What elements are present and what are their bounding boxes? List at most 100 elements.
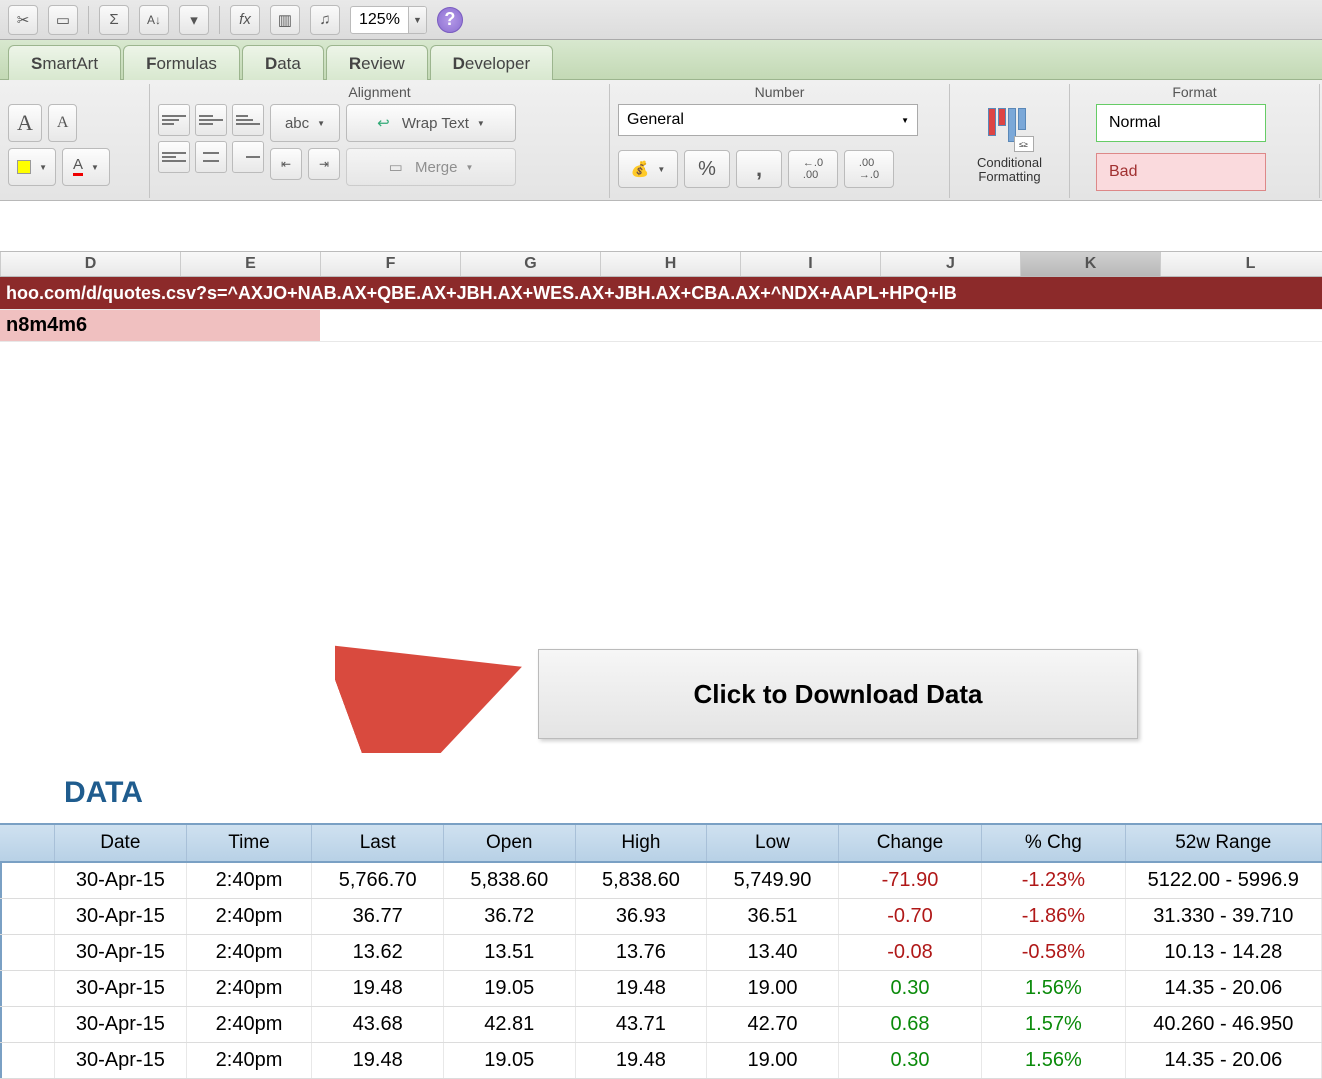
chevron-down-icon: ▼ xyxy=(901,116,909,125)
cell-pct: 1.56% xyxy=(982,1043,1125,1078)
group-label-format: Format xyxy=(1078,84,1311,100)
cell-pct: 1.56% xyxy=(982,971,1125,1006)
align-top-button[interactable] xyxy=(158,104,190,136)
fx-icon[interactable]: fx xyxy=(230,5,260,35)
decrease-indent-button[interactable]: ⇤ xyxy=(270,148,302,180)
cell-style-bad[interactable]: Bad xyxy=(1096,153,1266,191)
table-header-change[interactable]: Change xyxy=(839,825,982,861)
cell-blank xyxy=(0,1007,55,1042)
data-table: Date Time Last Open High Low Change % Ch… xyxy=(0,823,1322,1079)
table-row[interactable]: 30-Apr-152:40pm19.4819.0519.4819.000.301… xyxy=(0,971,1322,1007)
chart-icon[interactable]: ▥ xyxy=(270,5,300,35)
ribbon-tabs: SmartArt Formulas Data Review Developer xyxy=(0,40,1322,80)
orientation-button[interactable]: abc▼ xyxy=(270,104,340,142)
cell-last: 13.62 xyxy=(312,935,444,970)
worksheet-area: DEFGHIJKL hoo.com/d/quotes.csv?s=^AXJO+N… xyxy=(0,251,1322,342)
row-url-2[interactable]: n8m4m6 xyxy=(0,310,1322,342)
tab-formulas[interactable]: Formulas xyxy=(123,45,240,80)
arrow-annotation xyxy=(335,643,535,753)
download-data-button[interactable]: Click to Download Data xyxy=(538,649,1138,739)
cell-blank xyxy=(0,899,55,934)
cell-last: 5,766.70 xyxy=(312,863,444,898)
cell-date: 30-Apr-15 xyxy=(55,1043,187,1078)
table-header-high[interactable]: High xyxy=(576,825,708,861)
cell-low: 19.00 xyxy=(707,1043,839,1078)
align-middle-button[interactable] xyxy=(195,104,227,136)
cell-style-normal[interactable]: Normal xyxy=(1096,104,1266,142)
align-left-button[interactable] xyxy=(158,141,190,173)
number-format-select[interactable]: General ▼ xyxy=(618,104,918,136)
cell-date: 30-Apr-15 xyxy=(55,899,187,934)
font-grow-button[interactable]: A xyxy=(8,104,42,142)
increase-indent-button[interactable]: ⇥ xyxy=(308,148,340,180)
cell-blank xyxy=(0,863,55,898)
column-header-I[interactable]: I xyxy=(741,252,881,276)
cell-range: 14.35 - 20.06 xyxy=(1126,1043,1322,1078)
table-row[interactable]: 30-Apr-152:40pm13.6213.5113.7613.40-0.08… xyxy=(0,935,1322,971)
column-header-J[interactable]: J xyxy=(881,252,1021,276)
cell-time: 2:40pm xyxy=(187,863,313,898)
column-header-H[interactable]: H xyxy=(601,252,741,276)
cell-url: hoo.com/d/quotes.csv?s=^AXJO+NAB.AX+QBE.… xyxy=(0,277,1322,309)
column-header-F[interactable]: F xyxy=(321,252,461,276)
cell-low: 42.70 xyxy=(707,1007,839,1042)
tab-developer[interactable]: Developer xyxy=(430,45,554,80)
wrap-text-button[interactable]: ↩ Wrap Text▼ xyxy=(346,104,516,142)
table-row[interactable]: 30-Apr-152:40pm19.4819.0519.4819.000.301… xyxy=(0,1043,1322,1079)
help-icon[interactable]: ? xyxy=(437,7,463,33)
cell-change: 0.30 xyxy=(839,1043,982,1078)
cell-last: 19.48 xyxy=(312,971,444,1006)
table-header-open[interactable]: Open xyxy=(444,825,576,861)
media-icon[interactable]: ♫ xyxy=(310,5,340,35)
column-header-K[interactable]: K xyxy=(1021,252,1161,276)
filter-icon[interactable]: ▾ xyxy=(179,5,209,35)
cell-url-suffix: n8m4m6 xyxy=(0,310,320,341)
column-header-E[interactable]: E xyxy=(181,252,321,276)
decrease-decimal-button[interactable]: .00→.0 xyxy=(844,150,894,188)
sigma-icon[interactable]: Σ xyxy=(99,5,129,35)
table-row[interactable]: 30-Apr-152:40pm5,766.705,838.605,838.605… xyxy=(0,863,1322,899)
download-data-label: Click to Download Data xyxy=(694,679,983,710)
table-header-pct[interactable]: % Chg xyxy=(982,825,1125,861)
cell-date: 30-Apr-15 xyxy=(55,863,187,898)
conditional-formatting-button[interactable]: ≤≥ Conditional Formatting xyxy=(962,104,1058,185)
align-center-button[interactable] xyxy=(195,141,227,173)
tab-data[interactable]: Data xyxy=(242,45,324,80)
row-url-1[interactable]: hoo.com/d/quotes.csv?s=^AXJO+NAB.AX+QBE.… xyxy=(0,277,1322,310)
table-header-low[interactable]: Low xyxy=(707,825,839,861)
number-format-value: General xyxy=(627,111,684,129)
table-header-range[interactable]: 52w Range xyxy=(1126,825,1322,861)
data-heading: DATA xyxy=(64,776,143,810)
conditional-formatting-label: Conditional Formatting xyxy=(962,156,1058,185)
scissors-icon[interactable]: ✂ xyxy=(8,5,38,35)
table-header-time[interactable]: Time xyxy=(187,825,313,861)
column-header-D[interactable]: D xyxy=(1,252,181,276)
increase-decimal-button[interactable]: ←.0.00 xyxy=(788,150,838,188)
font-shrink-button[interactable]: A xyxy=(48,104,78,142)
new-doc-icon[interactable]: ▭ xyxy=(48,5,78,35)
cell-pct: -1.86% xyxy=(982,899,1125,934)
column-header-L[interactable]: L xyxy=(1161,252,1322,276)
table-row[interactable]: 30-Apr-152:40pm36.7736.7236.9336.51-0.70… xyxy=(0,899,1322,935)
tab-smartart[interactable]: SmartArt xyxy=(8,45,121,80)
cell-range: 31.330 - 39.710 xyxy=(1126,899,1322,934)
table-row[interactable]: 30-Apr-152:40pm43.6842.8143.7142.700.681… xyxy=(0,1007,1322,1043)
align-right-button[interactable] xyxy=(232,141,264,173)
tab-review[interactable]: Review xyxy=(326,45,428,80)
comma-button[interactable]: , xyxy=(736,150,782,188)
percent-button[interactable]: % xyxy=(684,150,730,188)
table-header-last[interactable]: Last xyxy=(312,825,444,861)
merge-button[interactable]: ▭ Merge▼ xyxy=(346,148,516,186)
align-bottom-button[interactable] xyxy=(232,104,264,136)
column-header-G[interactable]: G xyxy=(461,252,601,276)
table-header-date[interactable]: Date xyxy=(55,825,187,861)
zoom-selector[interactable]: 125% ▼ xyxy=(350,6,427,34)
currency-button[interactable]: 💰▼ xyxy=(618,150,678,188)
fill-color-button[interactable]: ▼ xyxy=(8,148,56,186)
cell-time: 2:40pm xyxy=(187,1043,313,1078)
font-color-button[interactable]: A▼ xyxy=(62,148,110,186)
cell-low: 19.00 xyxy=(707,971,839,1006)
sort-az-icon[interactable]: A↓ xyxy=(139,5,169,35)
cell-time: 2:40pm xyxy=(187,971,313,1006)
chevron-down-icon[interactable]: ▼ xyxy=(408,7,426,33)
